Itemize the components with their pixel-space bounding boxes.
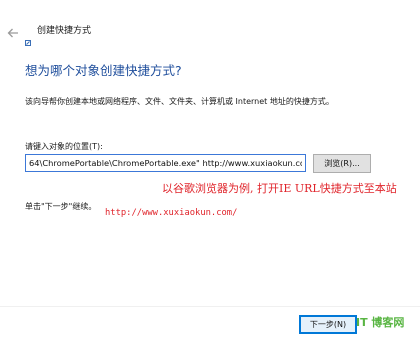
wizard-description: 该向导帮你创建本地或网络程序、文件、文件夹、计算机或 Internet 地址的快…: [25, 97, 334, 106]
annotation-instruction: 以谷歌浏览器为例, 打开IE URL快捷方式至本站: [162, 182, 397, 195]
next-button[interactable]: 下一步(N): [299, 315, 357, 334]
annotation-url: http://www.xuxiaokun.com/: [105, 208, 238, 218]
page-heading: 想为哪个对象创建快捷方式?: [25, 63, 182, 78]
shortcut-icon: [25, 31, 31, 46]
browse-button[interactable]: 浏览(R)...: [313, 154, 371, 173]
location-label: 请键入对象的位置(T):: [25, 142, 103, 151]
continue-hint: 单击"下一步"继续。: [25, 202, 97, 211]
location-input[interactable]: [25, 154, 306, 172]
watermark-logo: IT 博客网: [356, 316, 405, 329]
window-title: 创建快捷方式: [37, 26, 92, 36]
footer-divider: [0, 306, 420, 307]
back-arrow-icon[interactable]: [6, 25, 20, 39]
